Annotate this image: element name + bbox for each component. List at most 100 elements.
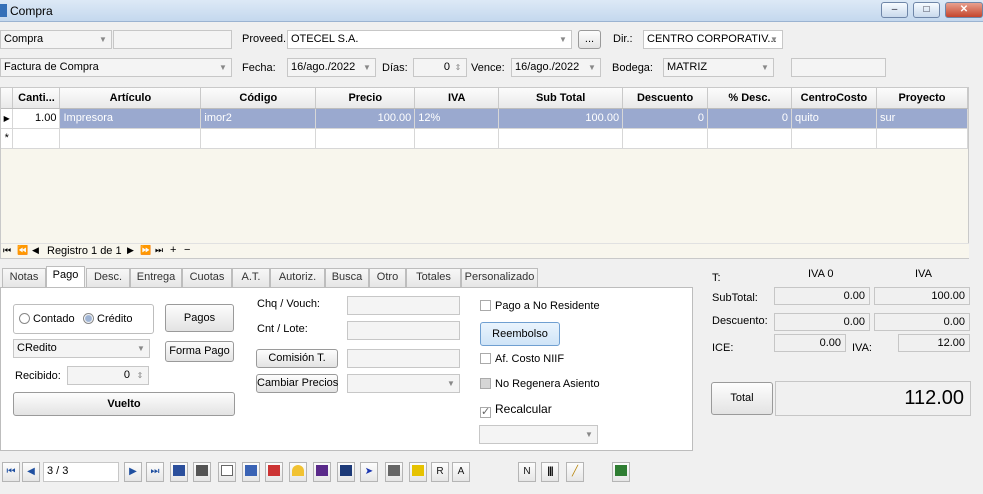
cambiar-precios-button[interactable]: Cambiar Precios [256, 374, 338, 393]
cell-precio[interactable]: 100.00 [315, 108, 416, 129]
prev-page-icon[interactable]: ⏪ [17, 245, 28, 256]
col-header[interactable]: Descuento [622, 88, 709, 109]
total-button[interactable]: Total [711, 382, 773, 415]
truck-arrow-icon[interactable] [337, 462, 355, 482]
grid-cell[interactable] [791, 128, 877, 149]
grid-cell[interactable] [498, 128, 624, 149]
table-row[interactable]: ▶ 1.00 Impresora imor2 100.00 12% 100.00… [1, 108, 969, 129]
recibido-stepper[interactable]: 0 ⇕ [67, 366, 149, 385]
printer-icon[interactable] [385, 462, 403, 482]
r-button[interactable]: R [431, 462, 449, 482]
prev-record-icon[interactable]: ◀ [32, 245, 39, 256]
pagos-button[interactable]: Pagos [165, 304, 234, 332]
forma-pago-button[interactable]: Forma Pago [165, 341, 234, 362]
col-header[interactable]: IVA [414, 88, 500, 109]
cnt-field[interactable] [347, 321, 460, 340]
first-record-icon[interactable]: ⏮ [3, 245, 11, 256]
cell-centrocosto[interactable]: quito [791, 108, 877, 129]
cell-pct-desc[interactable]: 0 [707, 108, 792, 129]
search-folder-icon[interactable] [289, 462, 307, 482]
af-costo-niif-checkbox[interactable]: Af. Costo NIIF [480, 353, 564, 365]
reembolso-button[interactable]: Reembolso [480, 322, 560, 346]
grid-cell[interactable] [315, 128, 416, 149]
forma-select[interactable]: CRedito ▼ [13, 339, 150, 358]
col-header[interactable]: Código [200, 88, 317, 109]
grid-cell[interactable] [622, 128, 709, 149]
tab-otro[interactable]: Otro [369, 268, 406, 287]
grid-cell[interactable] [876, 128, 969, 149]
next-page-icon[interactable]: ⏩ [140, 245, 151, 256]
delete-list-icon[interactable] [265, 462, 283, 482]
add-record-icon[interactable]: + [170, 244, 176, 256]
proveedor-lookup-button[interactable]: ... [578, 30, 601, 49]
cursor-icon[interactable]: ➤ [360, 462, 378, 482]
next-record-icon[interactable]: ▶ [127, 245, 134, 256]
a-button[interactable]: A [452, 462, 470, 482]
dias-stepper[interactable]: 0 ⇕ [413, 58, 467, 77]
truck-icon[interactable] [170, 462, 188, 482]
tab-busca[interactable]: Busca [325, 268, 369, 287]
col-header[interactable]: CentroCosto [791, 88, 877, 109]
cell-descuento[interactable]: 0 [622, 108, 709, 129]
col-header[interactable]: Proyecto [876, 88, 969, 109]
chq-field[interactable] [347, 296, 460, 315]
cell-articulo[interactable]: Impresora [59, 108, 202, 129]
recalcular-checkbox[interactable]: ✓ Recalcular [480, 402, 552, 418]
tab-totales[interactable]: Totales [406, 268, 461, 287]
grid-cell[interactable] [414, 128, 500, 149]
new-row[interactable]: * [1, 128, 969, 149]
grid-cell[interactable] [12, 128, 61, 149]
pago-no-residente-checkbox[interactable]: Pago a No Residente [480, 300, 600, 312]
edit-list-icon[interactable] [242, 462, 260, 482]
col-header[interactable]: Canti... [12, 88, 61, 109]
tab-at[interactable]: A.T. [232, 268, 270, 287]
col-header[interactable]: % Desc. [707, 88, 792, 109]
comision-button[interactable]: Comisión T. [256, 349, 338, 368]
record-field[interactable]: 3 / 3 [43, 462, 119, 482]
n-button[interactable]: N [518, 462, 536, 482]
grid-cell[interactable] [59, 128, 202, 149]
tab-notas[interactable]: Notas [2, 268, 46, 287]
col-header[interactable]: Sub Total [498, 88, 624, 109]
dir-select[interactable]: CENTRO CORPORATIV... ▼ [643, 30, 783, 49]
print-icon[interactable] [193, 462, 211, 482]
doc-type-select[interactable]: Compra ▼ [0, 30, 112, 49]
tab-desc[interactable]: Desc. [86, 268, 130, 287]
bodega-select[interactable]: MATRIZ ▼ [663, 58, 774, 77]
tab-entrega[interactable]: Entrega [130, 268, 182, 287]
tab-autoriz[interactable]: Autoriz. [270, 268, 325, 287]
credito-radio[interactable]: Crédito [83, 313, 132, 325]
col-header[interactable]: Precio [315, 88, 416, 109]
last-record-icon[interactable]: ⏭ [146, 462, 164, 482]
doc-number-field[interactable] [113, 30, 232, 49]
notes-icon[interactable] [409, 462, 427, 482]
chart-icon[interactable] [313, 462, 331, 482]
comision-field[interactable] [347, 349, 460, 368]
barcode-icon[interactable]: ||| [541, 462, 559, 482]
new-document-icon[interactable] [218, 462, 236, 482]
last-record-icon[interactable]: ⏭ [155, 245, 163, 256]
prev-record-icon[interactable]: ◀ [22, 462, 40, 482]
grid-cell[interactable] [200, 128, 317, 149]
col-header[interactable]: Artículo [59, 88, 202, 109]
delete-record-icon[interactable]: − [184, 244, 190, 256]
no-regenera-asiento-checkbox[interactable]: No Regenera Asiento [480, 378, 600, 390]
cell-subtotal[interactable]: 100.00 [498, 108, 624, 129]
minimize-button[interactable]: – [881, 2, 908, 18]
tab-pago[interactable]: Pago [46, 266, 85, 287]
grid-cell[interactable] [707, 128, 792, 149]
bodega-extra-field[interactable] [791, 58, 886, 77]
wand-icon[interactable]: ╱ [566, 462, 584, 482]
cell-cantidad[interactable]: 1.00 [12, 108, 61, 129]
extra-select[interactable]: ▼ [479, 425, 598, 444]
close-button[interactable]: ✕ [945, 2, 983, 18]
first-record-icon[interactable]: ⏮ [2, 462, 20, 482]
spreadsheet-icon[interactable] [612, 462, 630, 482]
vuelto-button[interactable]: Vuelto [13, 392, 235, 416]
maximize-button[interactable]: □ [913, 2, 940, 18]
vence-picker[interactable]: 16/ago./2022 ▼ [511, 58, 601, 77]
cell-proyecto[interactable]: sur [876, 108, 969, 129]
cell-iva[interactable]: 12% [414, 108, 500, 129]
contado-radio[interactable]: Contado [19, 313, 75, 325]
tab-personalizado[interactable]: Personalizado [461, 268, 538, 287]
